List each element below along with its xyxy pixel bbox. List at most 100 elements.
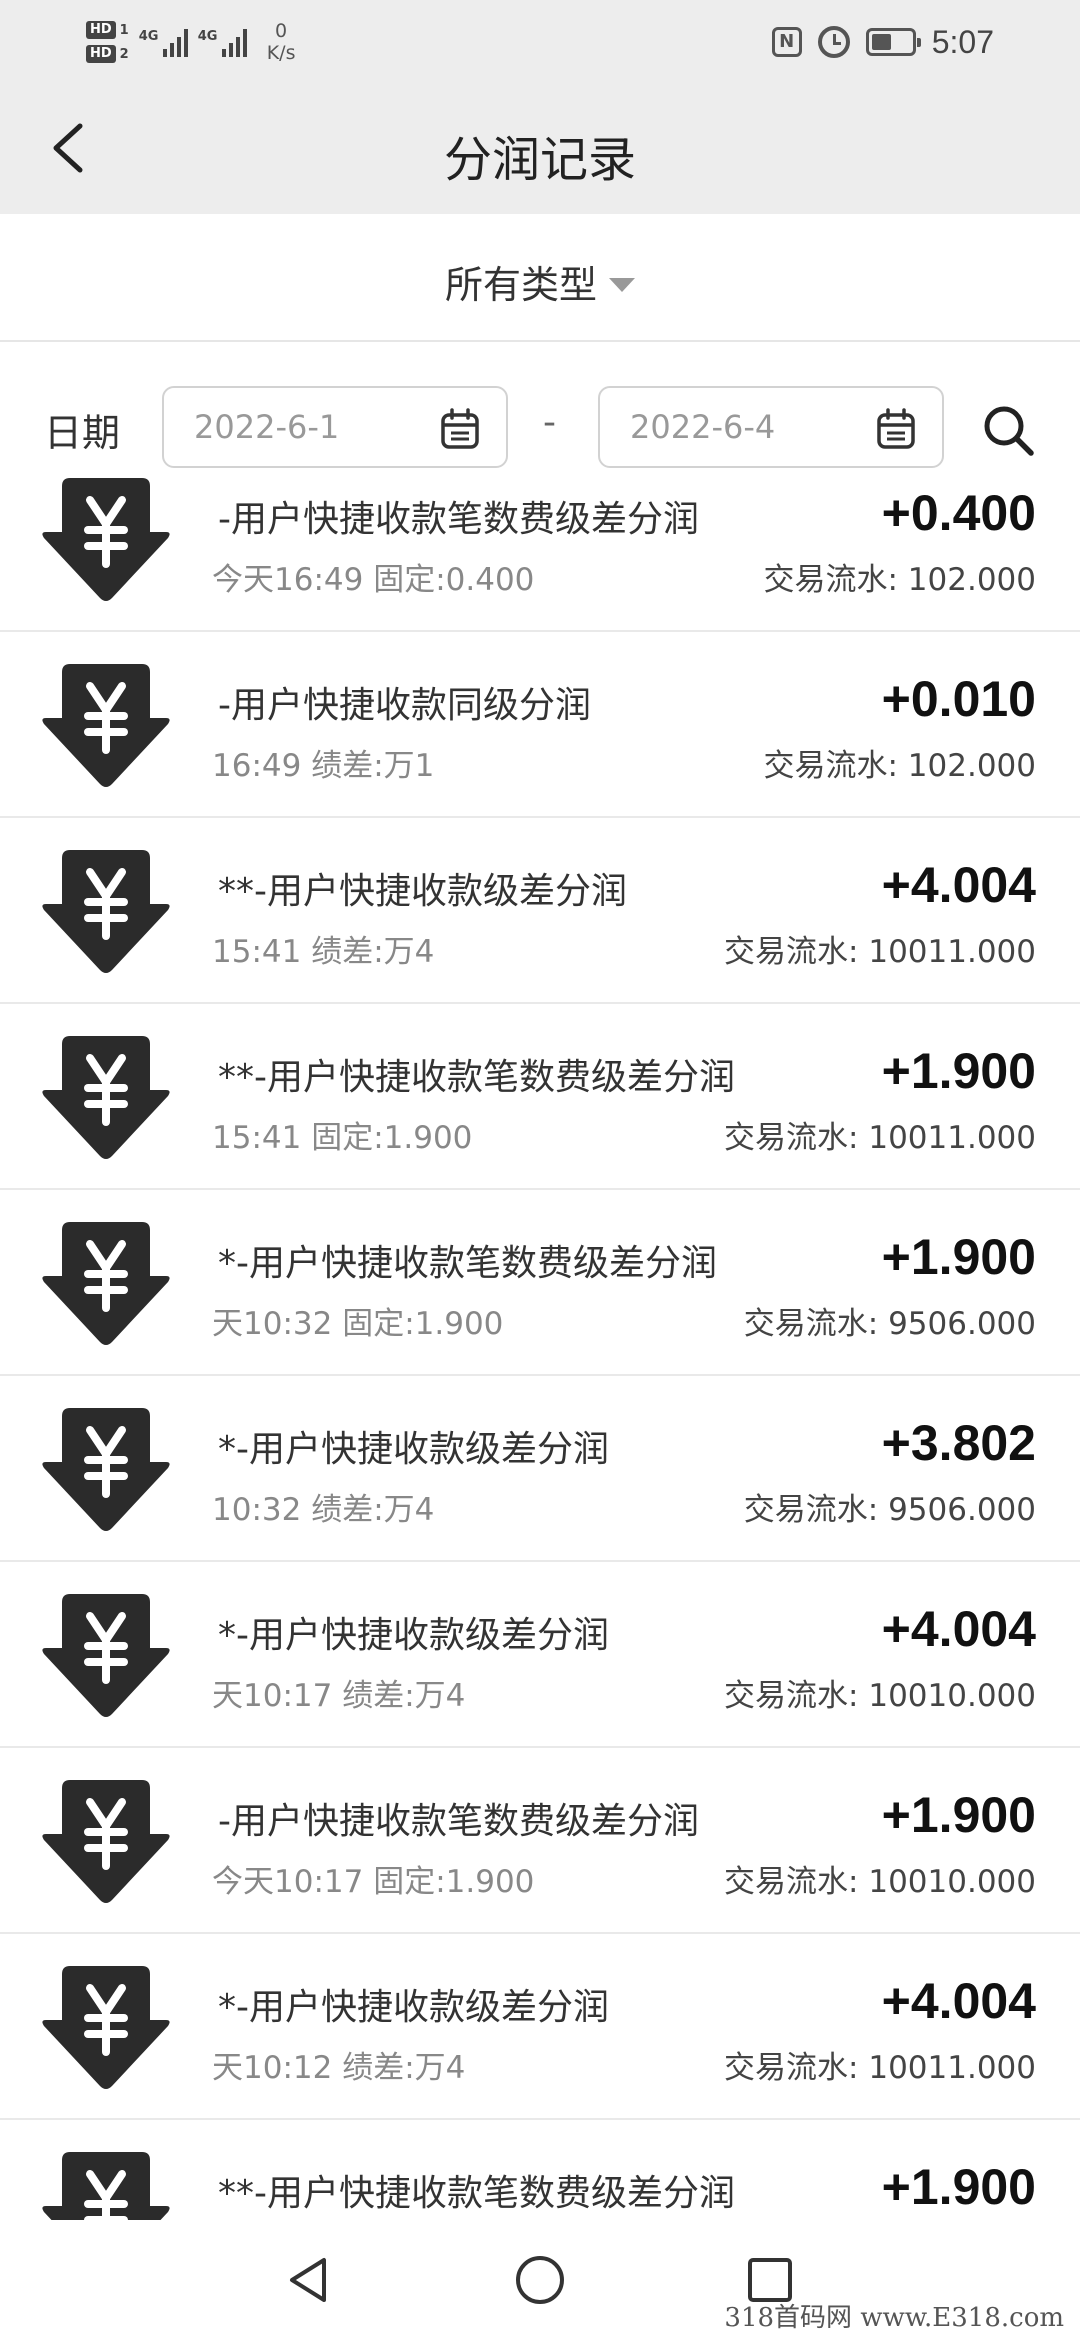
record-flow: 交易流水: 10010.000 [724, 1670, 1036, 1715]
search-icon[interactable] [980, 402, 1036, 458]
record-title: -用户快捷收款同级分润 [218, 685, 591, 726]
network-type: 4G [197, 29, 218, 44]
record-amount: +0.010 [881, 671, 1036, 727]
end-date-field[interactable]: 2022-6-4 [598, 386, 944, 468]
record-amount: +4.004 [881, 1601, 1036, 1657]
record-subtitle: 今天16:49 固定:0.400 [212, 554, 534, 599]
app-header: 分润记录 [0, 82, 1080, 214]
record-flow-value: 102.000 [907, 562, 1036, 598]
hd-badge: HD [86, 45, 116, 63]
yuan-down-arrow-icon [42, 1594, 170, 1717]
record-flow-label: 交易流水: [763, 748, 898, 784]
record-list[interactable]: -用户快捷收款笔数费级差分润 今天16:49 固定:0.400 +0.400 交… [0, 472, 1080, 2220]
network-speed: 0 K/s [267, 20, 296, 64]
record-row[interactable]: *-用户快捷收款级差分润 天10:17 绩差:万4 +4.004 交易流水: 1… [0, 1562, 1080, 1748]
record-subtitle: 15:41 固定:1.900 [212, 1112, 472, 1157]
record-title: **-用户快捷收款笔数费级差分润 [218, 1057, 735, 1098]
record-time: 15:41 [212, 934, 302, 970]
record-flow-value: 10010.000 [868, 1864, 1036, 1900]
record-title: **-用户快捷收款笔数费级差分润 [218, 2173, 735, 2214]
caret-down-icon [609, 277, 635, 292]
record-title: *-用户快捷收款笔数费级差分润 [218, 1243, 717, 1284]
signal-icon: 4G [139, 27, 188, 57]
record-flow: 交易流水: 10010.000 [724, 1856, 1036, 1901]
record-time: 15:41 [212, 1120, 302, 1156]
record-detail: 绩差:万4 [311, 1492, 435, 1528]
record-row[interactable]: *-用户快捷收款笔数费级差分润 天10:32 固定:1.900 +1.900 交… [0, 1190, 1080, 1376]
record-detail: 固定:1.900 [311, 1120, 473, 1156]
record-subtitle: 10:32 绩差:万4 [212, 1484, 434, 1529]
watermark: 318首码网 www.E318.com [724, 2303, 1064, 2333]
record-flow-value: 10011.000 [868, 1120, 1036, 1156]
record-title: **-用户快捷收款级差分润 [218, 871, 627, 912]
record-amount: +1.900 [881, 2159, 1036, 2215]
start-date-field[interactable]: 2022-6-1 [162, 386, 508, 468]
page-title: 分润记录 [443, 132, 636, 188]
record-subtitle: 今天10:17 固定:1.900 [212, 1856, 534, 1901]
record-detail: 固定:1.900 [373, 1864, 535, 1900]
sim-slot: 1 [119, 22, 129, 38]
record-detail: 固定:0.400 [373, 562, 535, 598]
record-row[interactable]: *-用户快捷收款级差分润 10:32 绩差:万4 +3.802 交易流水: 95… [0, 1376, 1080, 1562]
record-row[interactable]: **-用户快捷收款笔数费级差分润 +1.900 [0, 2120, 1080, 2220]
record-flow: 交易流水: 9506.000 [744, 1298, 1036, 1343]
record-row[interactable]: -用户快捷收款笔数费级差分润 今天16:49 固定:0.400 +0.400 交… [0, 472, 1080, 632]
record-flow: 交易流水: 10011.000 [724, 2042, 1036, 2087]
calendar-icon [877, 408, 915, 449]
record-detail: 绩差:万4 [342, 2050, 466, 2086]
record-row[interactable]: *-用户快捷收款级差分润 天10:12 绩差:万4 +4.004 交易流水: 1… [0, 1934, 1080, 2120]
record-flow: 交易流水: 102.000 [763, 554, 1036, 599]
record-list-content: -用户快捷收款笔数费级差分润 今天16:49 固定:0.400 +0.400 交… [0, 472, 1080, 2220]
yuan-down-arrow-icon [42, 478, 170, 601]
yuan-down-arrow-icon [42, 850, 170, 973]
record-flow-value: 9506.000 [888, 1306, 1036, 1342]
status-left: HD 1 HD 2 4G 4G 0 K/s [86, 12, 295, 72]
yuan-down-arrow-icon [42, 1780, 170, 1903]
network-type: 4G [138, 29, 159, 44]
record-title: *-用户快捷收款级差分润 [218, 1615, 609, 1656]
record-flow-label: 交易流水: [724, 1678, 859, 1714]
record-time: 天10:17 [212, 1678, 333, 1714]
record-row[interactable]: **-用户快捷收款笔数费级差分润 15:41 固定:1.900 +1.900 交… [0, 1004, 1080, 1190]
circle-home-icon[interactable] [510, 2250, 570, 2310]
battery-icon [865, 28, 921, 56]
date-label: 日期 [44, 411, 121, 455]
type-filter-bar: 所有类型 [0, 214, 1080, 342]
type-dropdown[interactable]: 所有类型 [0, 254, 1080, 309]
start-date-value: 2022-6-1 [194, 408, 340, 446]
record-amount: +3.802 [881, 1415, 1036, 1471]
sim-indicators: HD 1 HD 2 [86, 21, 129, 63]
record-flow-label: 交易流水: [743, 1492, 879, 1528]
clock: 5:07 [931, 23, 994, 60]
yuan-down-arrow-icon [42, 1222, 170, 1345]
battery-level [871, 34, 891, 50]
alarm-icon [817, 26, 850, 58]
record-time: 今天16:49 [212, 562, 364, 598]
record-amount: +4.004 [881, 857, 1036, 913]
status-bar: HD 1 HD 2 4G 4G 0 K/s 5:07 [0, 0, 1080, 82]
record-amount: +4.004 [881, 1973, 1036, 2029]
record-subtitle: 15:41 绩差:万4 [212, 926, 434, 971]
yuan-down-arrow-icon [42, 664, 170, 787]
yuan-down-arrow-icon [42, 2152, 170, 2220]
nfc-icon [771, 27, 802, 57]
record-time: 16:49 [212, 748, 302, 784]
system-nav-bar: 318首码网 www.E318.com [0, 2220, 1080, 2340]
record-flow-value: 10011.000 [868, 2050, 1036, 2086]
hd-badge: HD [86, 21, 116, 39]
record-row[interactable]: **-用户快捷收款级差分润 15:41 绩差:万4 +4.004 交易流水: 1… [0, 818, 1080, 1004]
record-time: 天10:12 [212, 2050, 333, 2086]
record-title: *-用户快捷收款级差分润 [218, 1987, 609, 2028]
record-row[interactable]: -用户快捷收款同级分润 16:49 绩差:万1 +0.010 交易流水: 102… [0, 632, 1080, 818]
yuan-down-arrow-icon [42, 1036, 170, 1159]
record-row[interactable]: -用户快捷收款笔数费级差分润 今天10:17 固定:1.900 +1.900 交… [0, 1748, 1080, 1934]
signal-icon: 4G [198, 27, 247, 57]
triangle-back-icon[interactable] [280, 2250, 340, 2310]
yuan-down-arrow-icon [42, 1966, 170, 2089]
status-right: 5:07 [771, 18, 994, 66]
record-flow-label: 交易流水: [724, 2050, 859, 2086]
record-flow-value: 10010.000 [868, 1678, 1036, 1714]
record-amount: +1.900 [881, 1787, 1036, 1843]
record-detail: 绩差:万4 [342, 1678, 466, 1714]
speed-unit: K/s [266, 42, 296, 64]
